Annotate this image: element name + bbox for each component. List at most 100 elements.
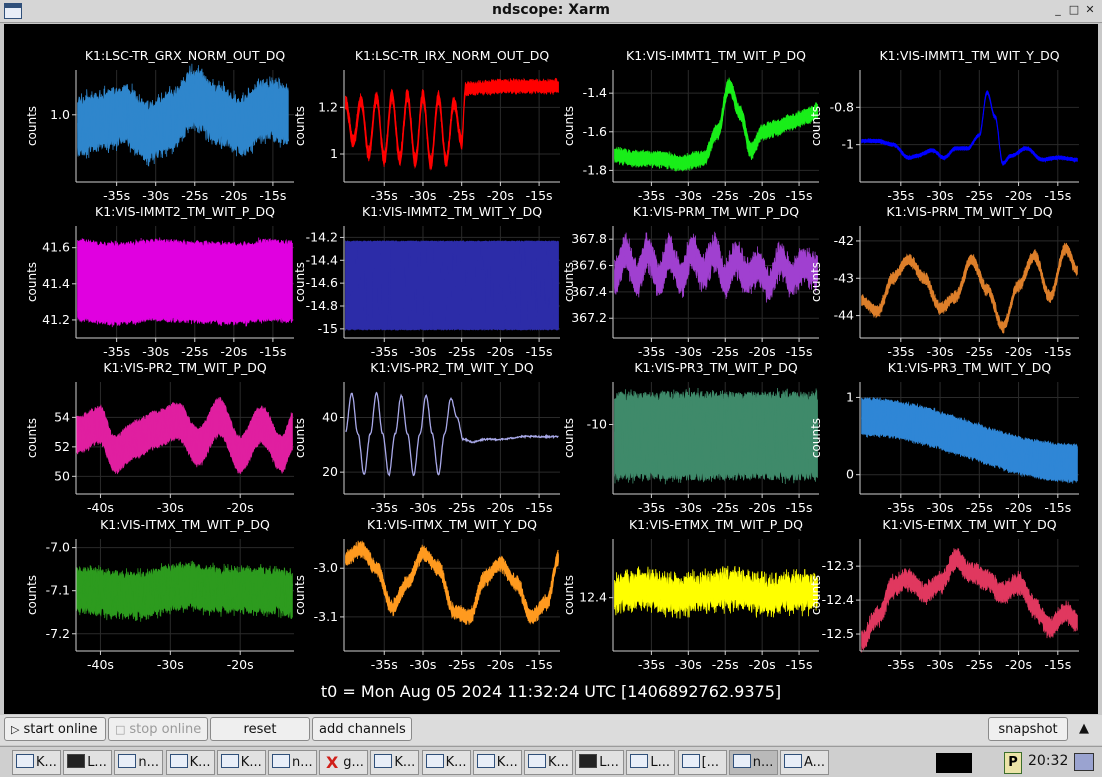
taskbar-task[interactable]: K... xyxy=(370,750,420,775)
t0-label: t0 = Mon Aug 05 2024 11:32:24 UTC [14068… xyxy=(320,682,782,701)
x-tick-label: -25s xyxy=(712,657,739,672)
tray-monitor-icon[interactable] xyxy=(936,753,972,773)
tray-system-icon[interactable] xyxy=(1074,753,1094,771)
snapshot-button[interactable]: snapshot xyxy=(988,717,1068,741)
plot-title: K1:VIS-ETMX_TM_WIT_P_DQ xyxy=(629,517,803,532)
x-tick-label: -15s xyxy=(1044,657,1071,672)
x-tick-label: -25s xyxy=(448,344,475,359)
x-tick-label: -30s xyxy=(927,344,954,359)
add-channels-button[interactable]: add channels xyxy=(312,717,412,741)
x-tick-label: -20s xyxy=(487,500,514,515)
x-tick-label: -20s xyxy=(749,657,776,672)
plot-2: K1:LSC-TR_IRX_NORM_OUT_DQcounts 1.21-35s -… xyxy=(293,48,560,203)
x-tick-label: -25s xyxy=(448,657,475,672)
minimize-button[interactable]: _ xyxy=(1050,2,1066,18)
reset-button[interactable]: reset xyxy=(210,717,310,741)
taskbar-task[interactable]: L... xyxy=(575,750,625,775)
x-tick-label: -35s xyxy=(103,344,130,359)
taskbar-task[interactable]: A... xyxy=(780,750,829,775)
y-tick-label: 1.2 xyxy=(318,99,338,114)
taskbar-task[interactable]: n... xyxy=(114,750,164,775)
y-tick-label: 54 xyxy=(54,409,70,424)
window-icon xyxy=(220,754,239,768)
y-tick-label: 367.6 xyxy=(571,258,607,273)
y-axis-label: counts xyxy=(293,418,307,458)
taskbar-task-label: [... xyxy=(701,755,720,770)
x-tick-label: -30s xyxy=(409,657,436,672)
taskbar-task[interactable]: K... xyxy=(12,750,61,775)
tray-p-icon[interactable]: P xyxy=(1004,752,1022,774)
window-icon xyxy=(425,754,444,768)
taskbar-task[interactable]: Xg... xyxy=(319,750,369,775)
taskbar-task-label: n... xyxy=(138,755,160,770)
y-tick-label: 367.2 xyxy=(571,310,607,325)
x-tick-label: -25s xyxy=(712,188,739,203)
y-axis-label: counts xyxy=(809,106,823,146)
maximize-button[interactable]: □ xyxy=(1066,2,1082,18)
y-axis-label: counts xyxy=(809,262,823,302)
y-tick-label: 52 xyxy=(54,439,70,454)
taskbar-task[interactable]: K... xyxy=(472,750,522,775)
plot-title: K1:VIS-IMMT2_TM_WIT_Y_DQ xyxy=(362,204,542,219)
y-tick-label: 41.4 xyxy=(42,276,70,291)
x-tick-label: -15s xyxy=(786,657,813,672)
taskbar-clock[interactable]: 20:32 xyxy=(1028,753,1068,769)
y-tick-label: -14.4 xyxy=(306,252,338,267)
plot-title: K1:VIS-ITMX_TM_WIT_P_DQ xyxy=(100,517,270,532)
plot-14: K1:VIS-ITMX_TM_WIT_Y_DQcounts -3.0 -3.1 -35… xyxy=(293,517,560,672)
x-tick-label: -15s xyxy=(786,188,813,203)
close-button[interactable]: ✕ xyxy=(1082,2,1098,18)
window-title: ndscope: Xarm xyxy=(492,2,610,18)
y-tick-label: -1.6 xyxy=(583,124,607,139)
y-tick-label: -14.6 xyxy=(306,275,338,290)
plot-title: K1:VIS-ETMX_TM_WIT_Y_DQ xyxy=(882,517,1056,532)
plot-title: K1:VIS-PRM_TM_WIT_Y_DQ xyxy=(886,204,1052,219)
plot-grid[interactable]: K1:LSC-TR_GRX_NORM_OUT_DQcounts 1.0 -35s -3… xyxy=(4,24,1098,714)
plot-title: K1:VIS-IMMT1_TM_WIT_P_DQ xyxy=(626,48,806,63)
start-online-button[interactable]: ▷ start online xyxy=(4,717,106,741)
x-tick-label: -15s xyxy=(526,657,553,672)
taskbar-task[interactable]: K... xyxy=(216,750,266,775)
taskbar: K... L... n... K... K... n... Xg... K... K... K..… xyxy=(0,746,1102,777)
plot-1: K1:LSC-TR_GRX_NORM_OUT_DQcounts 1.0 -35s -3… xyxy=(25,48,294,203)
x-tick-label: -35s xyxy=(638,344,665,359)
x-tick-label: -20s xyxy=(227,500,254,515)
y-tick-label: -12.5 xyxy=(822,626,854,641)
taskbar-task[interactable]: K... xyxy=(421,750,471,775)
x-tick-label: -20s xyxy=(1005,500,1032,515)
series-band xyxy=(861,90,1078,166)
chevron-up-icon[interactable]: ▲ xyxy=(1072,717,1096,741)
taskbar-task-label: K... xyxy=(394,755,416,770)
scope-plot-area[interactable]: K1:LSC-TR_GRX_NORM_OUT_DQ counts 1.0 -35s -3… xyxy=(4,24,1098,714)
taskbar-task[interactable]: [... xyxy=(677,750,727,775)
y-tick-label: -3.0 xyxy=(314,560,338,575)
y-tick-label: -12.4 xyxy=(822,592,854,607)
taskbar-task[interactable]: K... xyxy=(524,750,573,775)
x-app-icon: X xyxy=(326,753,339,772)
taskbar-task[interactable]: K... xyxy=(165,750,215,775)
taskbar-task[interactable]: L... xyxy=(626,750,676,775)
window-icon xyxy=(476,754,495,768)
y-axis-label: counts xyxy=(562,575,576,615)
x-tick-label: -25s xyxy=(966,500,993,515)
taskbar-task-label: K... xyxy=(36,755,57,770)
x-tick-label: -15s xyxy=(526,344,553,359)
x-tick-label: -20s xyxy=(227,657,254,672)
x-tick-label: -30s xyxy=(409,500,436,515)
x-tick-label: -20s xyxy=(220,344,247,359)
x-tick-label: -35s xyxy=(887,500,914,515)
x-tick-label: -20s xyxy=(487,657,514,672)
window-icon xyxy=(169,754,188,768)
x-tick-label: -30s xyxy=(675,344,702,359)
taskbar-task[interactable]: L... xyxy=(63,750,113,775)
plot-title: K1:VIS-PR2_TM_WIT_Y_DQ xyxy=(370,360,534,375)
y-tick-label: -14.2 xyxy=(306,229,338,244)
window-icon xyxy=(732,754,751,768)
plot-15: K1:VIS-ETMX_TM_WIT_P_DQcounts 12.4 -35s -30… xyxy=(562,517,819,672)
taskbar-task[interactable]: n... xyxy=(728,750,778,775)
plot-16: K1:VIS-ETMX_TM_WIT_Y_DQcounts-12.3-12.4-… xyxy=(809,517,1079,672)
y-axis-label: counts xyxy=(562,106,576,146)
taskbar-task[interactable]: n... xyxy=(268,750,317,775)
stop-online-button: □ stop online xyxy=(108,717,208,741)
taskbar-task-label: K... xyxy=(189,755,211,770)
